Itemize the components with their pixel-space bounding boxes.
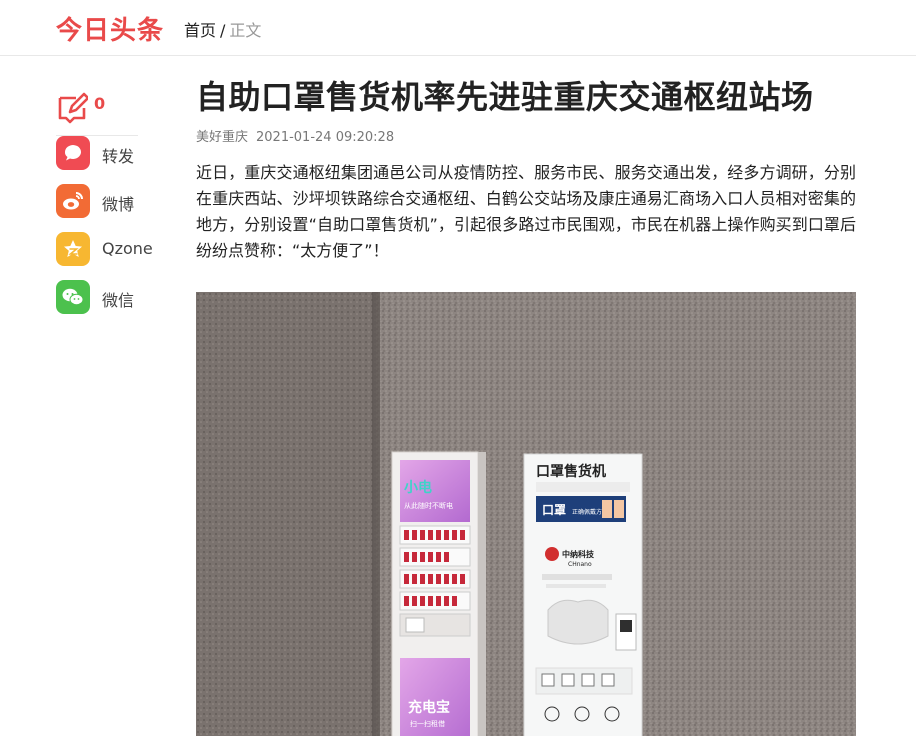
comment-count: 0: [94, 94, 106, 113]
article-photo[interactable]: 小电 从此随时不断电 充电宝 扫一扫租借 口罩售货机 口罩 正确佩戴方法 中纳科…: [196, 292, 856, 736]
breadcrumb-current: 正文: [229, 21, 262, 40]
left-bottom-screen-subtext: 扫一扫租借: [410, 719, 445, 728]
share-wechat[interactable]: 微信: [56, 280, 138, 328]
share-wechat-label: 微信: [102, 291, 135, 310]
mask-vending-machine: 口罩售货机 口罩 正确佩戴方法 中纳科技 CHnano: [523, 453, 643, 736]
share-qzone[interactable]: Qzone: [56, 232, 153, 280]
breadcrumb-separator: /: [220, 21, 226, 40]
comment-button[interactable]: 0: [56, 86, 138, 136]
article-meta: 美好重庆 2021-01-24 09:20:28: [196, 126, 856, 146]
share-sidebar: 0 转发 微博 Qzone 微信: [56, 86, 153, 328]
comment-edit-icon: [58, 92, 88, 124]
share-weibo-label: 微博: [102, 195, 135, 214]
article-date: 2021-01-24 09:20:28: [256, 130, 395, 145]
top-bar: 今日头条 首页 / 正文: [0, 0, 916, 56]
machine-title: 口罩售货机: [536, 463, 606, 480]
breadcrumb-home[interactable]: 首页: [184, 21, 216, 40]
weibo-icon: [56, 184, 90, 218]
wechat-icon: [56, 280, 90, 314]
qzone-icon: [56, 232, 90, 266]
share-repost-label: 转发: [102, 147, 135, 166]
article-title: 自助口罩售货机率先进驻重庆交通枢纽站场: [196, 78, 814, 116]
left-screen-text: 小电: [404, 479, 432, 496]
left-screen-subtext: 从此随时不断电: [404, 501, 453, 510]
site-logo[interactable]: 今日头条: [56, 10, 164, 47]
machine-brand: 中纳科技: [562, 549, 595, 559]
article: 自助口罩售货机率先进驻重庆交通枢纽站场 美好重庆 2021-01-24 09:20…: [196, 70, 856, 264]
share-weibo[interactable]: 微博: [56, 184, 138, 232]
powerbank-slots: [399, 525, 471, 637]
share-repost[interactable]: 转发: [56, 136, 138, 184]
article-source[interactable]: 美好重庆: [196, 130, 248, 145]
machine-banner: 口罩: [542, 503, 566, 517]
vending-machine-photo: 小电 从此随时不断电 充电宝 扫一扫租借 口罩售货机 口罩 正确佩戴方法 中纳科…: [196, 292, 856, 736]
left-bottom-screen-text: 充电宝: [408, 699, 450, 716]
machine-brand-en: CHnano: [568, 561, 592, 568]
share-qzone-label: Qzone: [102, 239, 153, 258]
article-paragraph: 近日，重庆交通枢纽集团通邑公司从疫情防控、服务市民、服务交通出发，经多方调研，分…: [196, 163, 856, 260]
repost-icon: [56, 136, 90, 170]
breadcrumb: 首页 / 正文: [184, 17, 261, 41]
